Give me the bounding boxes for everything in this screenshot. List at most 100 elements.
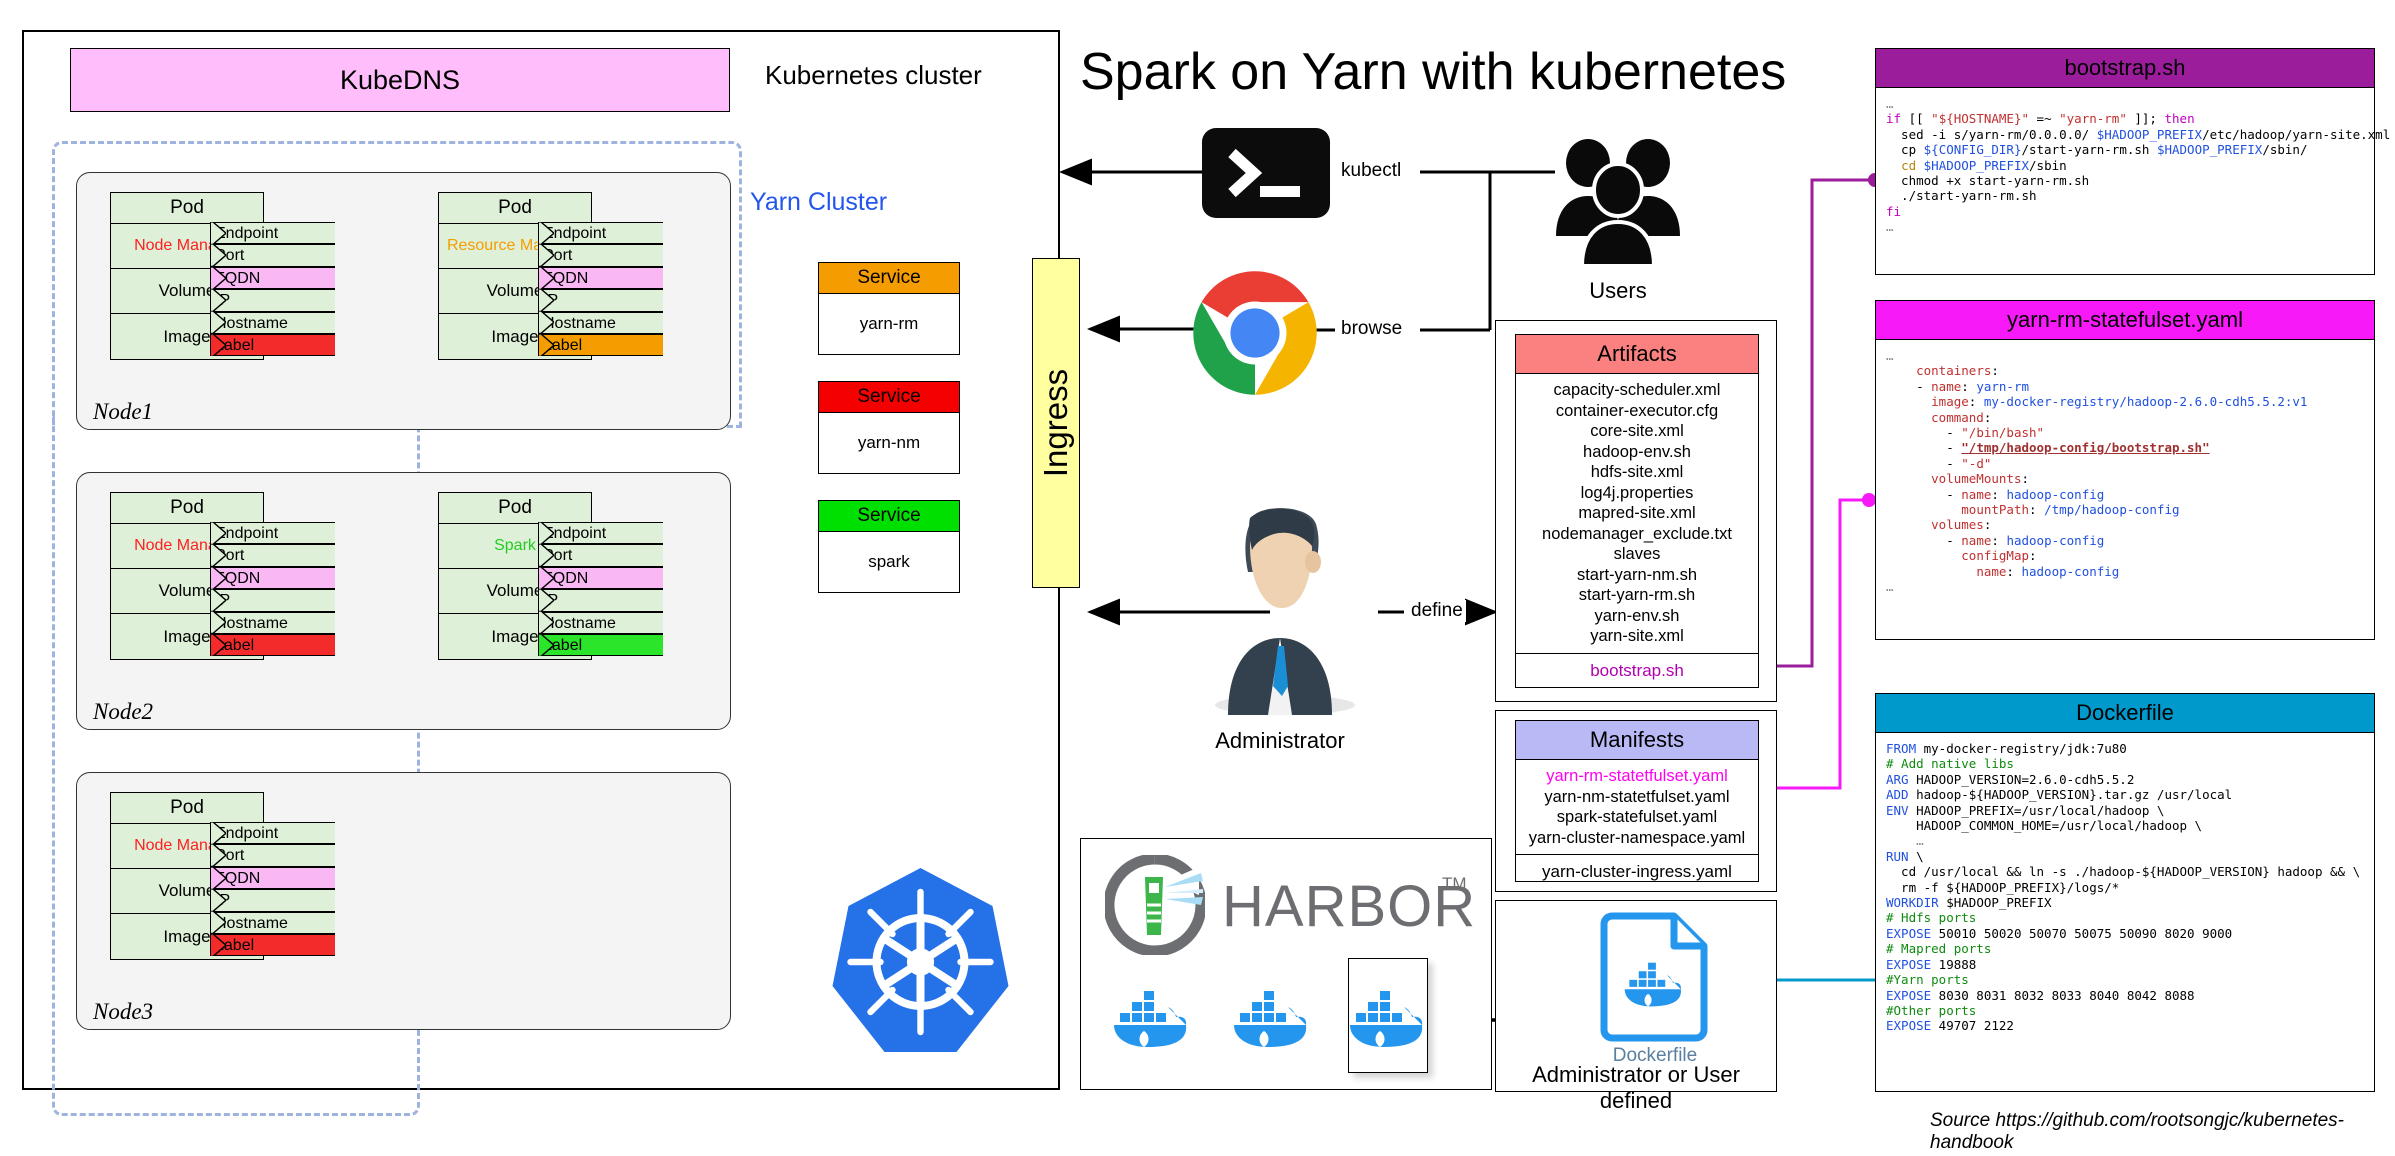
tag-hostname: Hostname: [538, 311, 663, 334]
tag-hostname: Hostname: [538, 611, 663, 634]
manifests-panel: Manifests yarn-rm-statetfulset.yaml yarn…: [1515, 720, 1759, 882]
administrator-avatar: [1190, 500, 1370, 715]
tag-ip: IP: [210, 288, 335, 312]
tag-ip: IP: [538, 288, 663, 312]
list-item: start-yarn-rm.sh: [1578, 586, 1696, 604]
list-item: spark-statefulset.yaml: [1556, 808, 1718, 826]
ingress-box[interactable]: Ingress: [1032, 258, 1080, 588]
terminal-icon[interactable]: [1202, 128, 1330, 218]
tag-endpoint: Endpoint: [210, 521, 335, 545]
harbor-image-3: [1344, 985, 1434, 1051]
tag-label: Label: [538, 333, 663, 357]
tag-port: Port: [210, 544, 335, 567]
define-label: define: [1408, 600, 1466, 622]
kubernetes-cluster-title: Kubernetes cluster: [765, 60, 982, 90]
users-icon: [1548, 128, 1688, 268]
tag-port: Port: [210, 844, 335, 867]
kubedns-label: KubeDNS: [339, 64, 461, 95]
tag-port: Port: [210, 244, 335, 267]
tag-fqdn: FQDN: [538, 566, 663, 590]
harbor-logo: [1105, 855, 1205, 955]
panel-dockerfile: Dockerfile FROM my-docker-registry/jdk:7…: [1875, 693, 2375, 1092]
tag-port: Port: [538, 244, 663, 267]
harbor-wordmark: HARBOR: [1222, 874, 1477, 939]
pod-node2-nodemanager[interactable]: Pod Node Manager Volume Image Endpoint P…: [110, 492, 335, 660]
tag-label: Label: [210, 933, 335, 957]
service-name: spark: [868, 552, 910, 571]
ingress-label: Ingress: [1037, 368, 1074, 478]
manifest-item-yarn-rm[interactable]: yarn-rm-statetfulset.yaml: [1520, 766, 1754, 787]
tag-endpoint: Endpoint: [538, 521, 663, 545]
tag-ip: IP: [210, 588, 335, 612]
kubedns-box: KubeDNS: [70, 48, 730, 112]
panel-title: yarn-rm-statefulset.yaml: [1876, 301, 2374, 340]
node-name-label: Node1: [93, 399, 154, 424]
node-name-label: Node3: [93, 999, 154, 1024]
harbor-image-1: [1108, 985, 1198, 1051]
panel-code: … if [[ "${HOSTNAME}" =~ "yarn-rm" ]]; t…: [1886, 96, 2391, 235]
tag-label: Label: [210, 333, 335, 357]
tag-fqdn: FQDN: [538, 266, 663, 290]
pod-node3-nodemanager[interactable]: Pod Node Manager Volume Image Endpoint P…: [110, 792, 335, 960]
artifacts-list: capacity-scheduler.xml container-executo…: [1516, 374, 1758, 653]
yarn-cluster-label: Yarn Cluster: [750, 188, 888, 216]
browse-label: browse: [1338, 318, 1406, 340]
tag-port: Port: [538, 544, 663, 567]
harbor-image-2: [1228, 985, 1318, 1051]
tag-fqdn: FQDN: [210, 266, 335, 290]
service-name: yarn-rm: [859, 314, 919, 333]
list-item: capacity-scheduler.xml: [1553, 381, 1721, 399]
panel-code: FROM my-docker-registry/jdk:7u80 # Add n…: [1886, 741, 2361, 1034]
pod-header: Pod: [110, 792, 264, 824]
list-item: yarn-site.xml: [1590, 627, 1684, 645]
pod-header: Pod: [110, 192, 264, 224]
node-name-label: Node2: [93, 699, 154, 724]
list-item: hadoop-env.sh: [1583, 442, 1691, 461]
service-header: Service: [819, 501, 959, 532]
kubectl-label: kubectl: [1338, 160, 1405, 182]
service-name: yarn-nm: [857, 433, 921, 452]
pod-header: Pod: [438, 492, 592, 524]
service-yarn-nm[interactable]: Service yarn-nm: [818, 381, 960, 474]
panel-code: … containers: - name: yarn-rm image: my-…: [1886, 348, 2308, 595]
pod-node1-resourcemanager[interactable]: Pod Resource Manager Volume Image Endpoi…: [438, 192, 663, 360]
service-header: Service: [819, 382, 959, 413]
list-item: core-site.xml: [1590, 422, 1684, 440]
service-spark[interactable]: Service spark: [818, 500, 960, 593]
tag-label: Label: [210, 633, 335, 657]
list-item: yarn-cluster-namespace.yaml: [1528, 828, 1746, 847]
service-yarn-rm[interactable]: Service yarn-rm: [818, 262, 960, 355]
dockerfile-owner-label: Administrator or User defined: [1532, 1062, 1740, 1113]
source-attribution: Source https://github.com/rootsongjc/kub…: [1930, 1110, 2345, 1153]
manifests-list: yarn-rm-statetfulset.yaml yarn-nm-statet…: [1516, 760, 1758, 854]
list-item: yarn-nm-statetfulset.yaml: [1544, 787, 1730, 806]
tag-endpoint: Endpoint: [538, 221, 663, 245]
panel-yarn-rm-statefulset-yaml: yarn-rm-statefulset.yaml … containers: -…: [1875, 300, 2375, 640]
manifests-header: Manifests: [1516, 721, 1758, 760]
list-item: container-executor.cfg: [1555, 401, 1719, 420]
tag-endpoint: Endpoint: [210, 221, 335, 245]
tag-hostname: Hostname: [210, 311, 335, 334]
pod-tag-list: Endpoint Port FQDN IP Hostname Label: [210, 521, 335, 657]
tag-hostname: Hostname: [210, 611, 335, 634]
pod-node1-nodemanager[interactable]: Pod Node Manager Volume Image Endpoint P…: [110, 192, 335, 360]
artifacts-bootstrap-link[interactable]: bootstrap.sh: [1516, 652, 1758, 688]
list-item: log4j.properties: [1580, 483, 1694, 502]
dockerfile-document-icon[interactable]: [1598, 912, 1710, 1042]
panel-title: Dockerfile: [1876, 694, 2374, 733]
artifacts-panel: Artifacts capacity-scheduler.xml contain…: [1515, 334, 1759, 688]
administrator-label: Administrator: [1215, 728, 1345, 753]
tag-fqdn: FQDN: [210, 866, 335, 890]
panel-bootstrap-sh: bootstrap.sh … if [[ "${HOSTNAME}" =~ "y…: [1875, 48, 2391, 275]
kubernetes-wheel-logo: [818, 862, 1023, 1062]
list-item: hdfs-site.xml: [1590, 463, 1684, 481]
list-item: mapred-site.xml: [1578, 504, 1696, 522]
chrome-browser-icon[interactable]: [1192, 270, 1318, 396]
panel-title: bootstrap.sh: [1876, 49, 2374, 88]
page-title: Spark on Yarn with kubernetes: [1080, 43, 1787, 101]
manifests-footer-item: yarn-cluster-ingress.yaml: [1516, 854, 1758, 889]
list-item: start-yarn-nm.sh: [1576, 565, 1698, 584]
pod-node2-spark[interactable]: Pod Spark Volume Image Endpoint Port FQD…: [438, 492, 663, 660]
service-header: Service: [819, 263, 959, 294]
artifacts-header: Artifacts: [1516, 335, 1758, 374]
